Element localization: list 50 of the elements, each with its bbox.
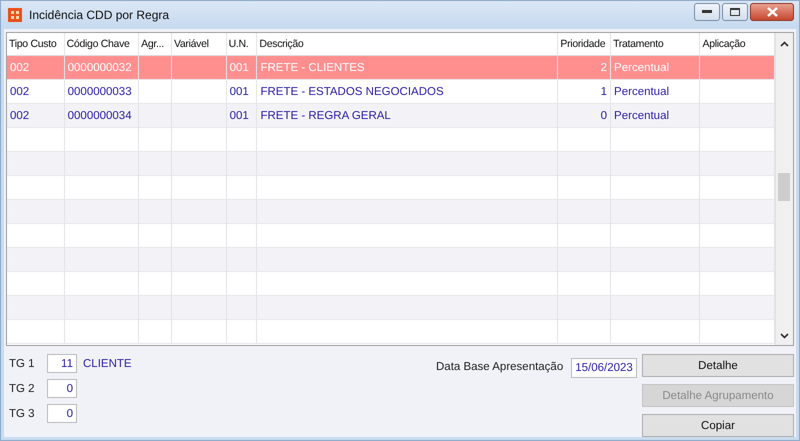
date-label: Data Base Apresentação [436, 360, 564, 375]
table-cell: 001 [230, 86, 249, 98]
close-icon [766, 7, 778, 17]
group-label: TG 3 [9, 408, 36, 420]
window-title: Incidência CDD por Regra [29, 8, 170, 22]
column-header[interactable]: Código Chave [64, 33, 140, 55]
column-header[interactable]: Agr... [139, 33, 172, 55]
table-cell: FRETE - REGRA GERAL [260, 110, 391, 122]
input-field[interactable]: 0 [47, 404, 77, 423]
group-label: TG 1 [9, 358, 36, 370]
table-cell: FRETE - ESTADOS NEGOCIADOS [260, 86, 444, 98]
maximize-button[interactable] [722, 3, 748, 21]
table-cell: 001 [230, 110, 249, 122]
column-header[interactable]: Variável [172, 33, 227, 55]
minimize-button[interactable] [694, 3, 720, 21]
column-header[interactable]: Tipo Custo [7, 33, 65, 55]
app-icon [8, 8, 22, 22]
scroll-up-icon[interactable] [780, 41, 789, 47]
close-button[interactable] [750, 3, 794, 21]
table-cell: 002 [10, 110, 30, 122]
scroll-down-icon[interactable] [780, 333, 789, 339]
group-description: CLIENTE [83, 358, 132, 370]
vertical-scrollbar[interactable] [775, 33, 793, 345]
table-cell: FRETE - CLIENTES [260, 62, 365, 74]
minimize-icon [702, 10, 712, 14]
maximize-icon [730, 8, 740, 16]
table-cell: 2 [600, 62, 608, 74]
table-cell: Percentual [614, 110, 670, 122]
column-header[interactable]: Descrição [257, 33, 558, 55]
column-header[interactable]: Tratamento [611, 33, 700, 55]
table-cell: 1 [600, 86, 608, 98]
table-cell: 0 [600, 110, 608, 122]
table-cell: 0000000034 [68, 110, 132, 122]
table-cell: 0000000033 [68, 86, 132, 98]
input-field[interactable]: 11 [47, 354, 77, 373]
table-row[interactable]: 002 0000000034 001 FRETE - REGRA GERAL 0 Percentual [7, 104, 775, 128]
group-label: TG 2 [9, 382, 36, 394]
table-cell: 001 [230, 62, 249, 74]
action-button[interactable]: Copiar [642, 414, 794, 437]
table-cell: 0000000032 [68, 62, 132, 74]
table-cell: 002 [10, 62, 30, 74]
table-cell: Percentual [614, 62, 670, 74]
table-cell: Percentual [614, 86, 670, 98]
input-field[interactable]: 0 [47, 379, 77, 398]
column-header[interactable]: U.N. [226, 33, 258, 55]
action-button[interactable]: Detalhe [642, 354, 794, 377]
column-header[interactable]: Prioridade [558, 33, 612, 55]
table-cell: 002 [10, 86, 30, 98]
scroll-thumb[interactable] [778, 173, 790, 201]
date-field[interactable]: 15/06/2023 [571, 358, 638, 378]
